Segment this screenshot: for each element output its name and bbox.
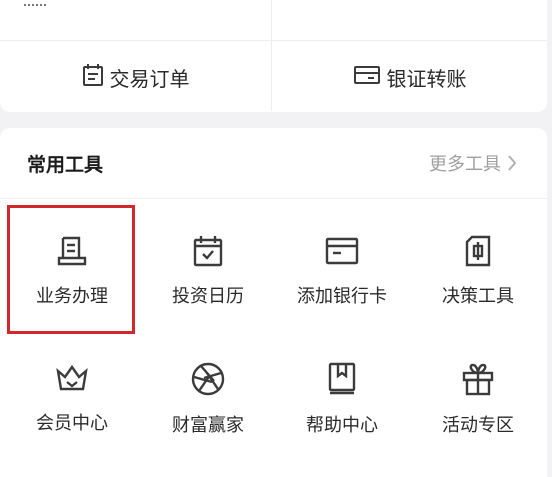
printer-doc-icon [57,236,87,266]
tool-label: 添加银行卡 [297,286,387,307]
bank-securities-transfer-button[interactable]: 银证转账 [272,41,547,113]
tool-label: 业务办理 [36,286,108,307]
account-actions-card: 交易订单 银证转账 [0,0,547,112]
divider [0,198,547,199]
chevron-right-icon [508,155,517,171]
calendar-check-icon [193,236,223,267]
tool-member-center[interactable]: 会员中心 [7,333,137,453]
tool-help-center[interactable]: 帮助中心 [277,333,407,453]
aperture-icon [191,362,225,396]
truncated-top-content [24,0,46,6]
tool-label: 会员中心 [36,413,108,434]
more-tools-label: 更多工具 [429,154,501,175]
tool-label: 投资日历 [172,286,244,307]
tool-box-icon [465,235,491,267]
tool-label: 决策工具 [442,286,514,307]
tool-label: 活动专区 [442,415,514,436]
book-icon [328,362,356,395]
divider [271,0,272,40]
gift-icon [462,363,494,396]
section-title: 常用工具 [27,154,104,176]
tool-label: 财富赢家 [172,415,244,436]
tool-decision-tools[interactable]: 决策工具 [413,206,543,326]
common-tools-card: 常用工具 更多工具 业务办理 投资日历 添加银行卡 决策工具 会员中心 财富赢家… [0,128,547,477]
bank-card-icon [325,237,359,265]
trade-orders-label: 交易订单 [109,66,190,91]
tool-label: 帮助中心 [306,415,378,436]
bank-securities-transfer-label: 银证转账 [386,66,467,91]
calendar-doc-icon [82,63,110,92]
tool-activity-zone[interactable]: 活动专区 [413,333,543,453]
tool-investment-calendar[interactable]: 投资日历 [143,206,273,326]
tool-business-handling[interactable]: 业务办理 [7,206,137,326]
tool-wealth-winner[interactable]: 财富赢家 [143,333,273,453]
tool-add-bank-card[interactable]: 添加银行卡 [277,206,407,326]
trade-orders-button[interactable]: 交易订单 [0,41,271,113]
crown-icon [56,364,88,391]
more-tools-link[interactable]: 更多工具 [429,150,517,176]
card-transfer-icon [353,64,387,91]
